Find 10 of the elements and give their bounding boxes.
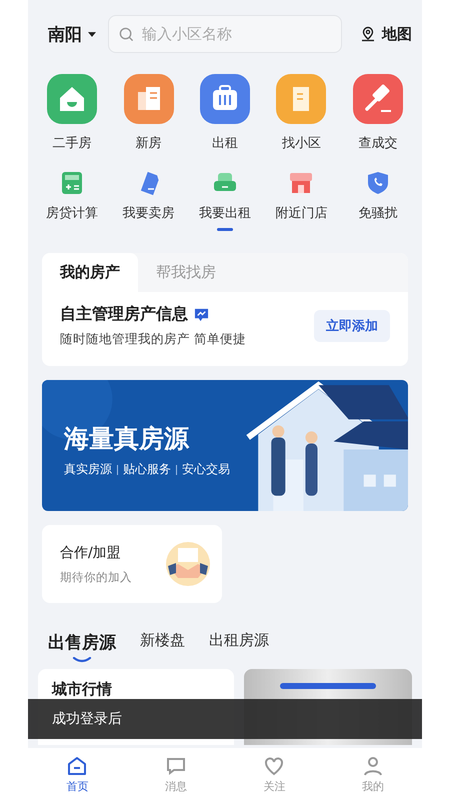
card-subtitle: 随时随地管理我的房产 简单便捷 xyxy=(60,331,246,348)
banner-tag: 安心交易 xyxy=(182,461,230,478)
card-subtitle: 期待你的加入 xyxy=(60,570,132,584)
card-title: 城市行情 xyxy=(52,680,112,698)
banner-tag: 真实房源 xyxy=(64,461,112,478)
banner-tag: 贴心服务 xyxy=(123,461,171,478)
toast: 成功登录后 xyxy=(28,699,422,739)
card-title: 自主管理房产信息 xyxy=(60,304,188,325)
banner-title: 海量真房源 xyxy=(64,423,190,455)
card-title: 合作/加盟 xyxy=(60,544,122,562)
